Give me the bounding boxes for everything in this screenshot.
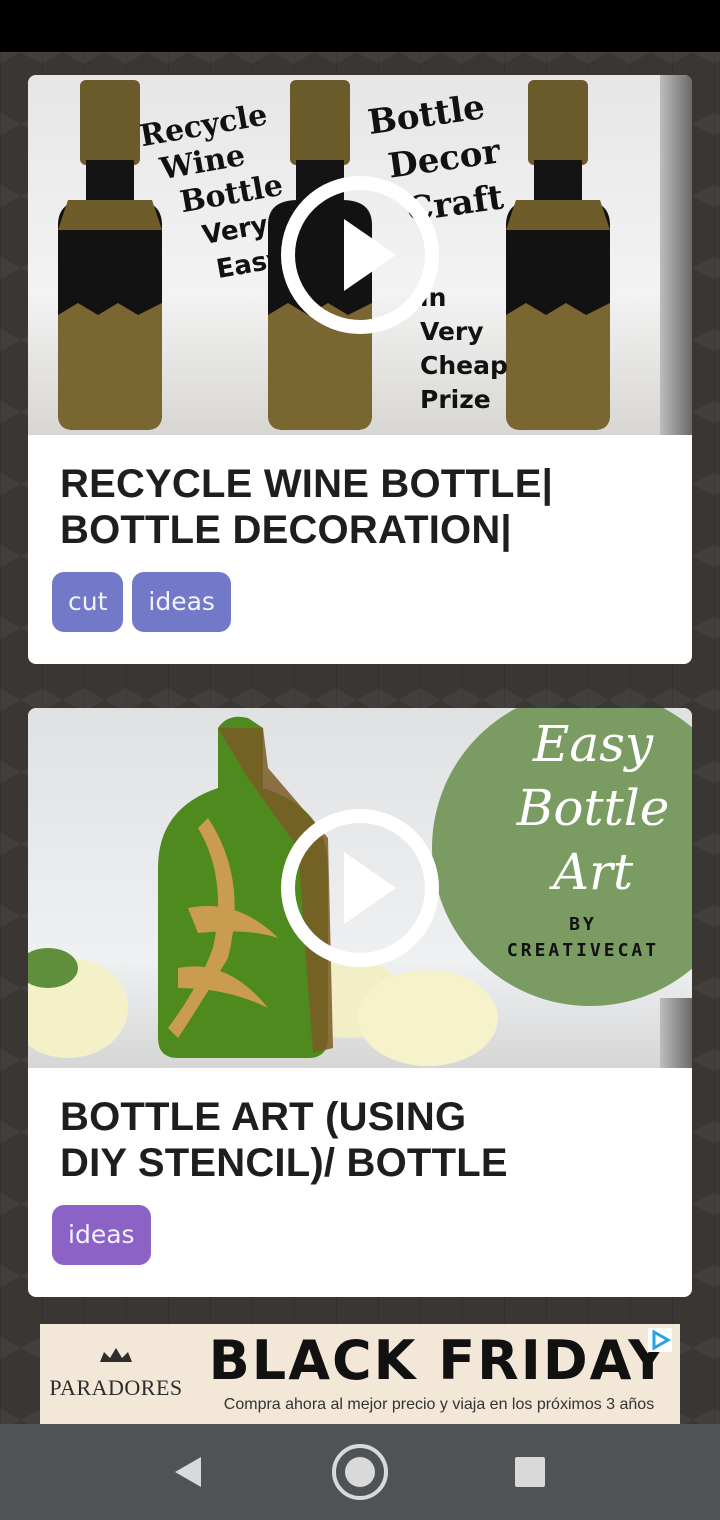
video-card-1[interactable]: Recycle Wine Bottle Very Easy Bottle Dec… [28,75,692,664]
play-icon[interactable] [280,808,440,968]
thumb-text-by: BY CREATIVECAT [506,914,660,961]
video-thumbnail-2[interactable]: Easy Bottle Art BY CREATIVECAT [28,708,692,1068]
ad-banner[interactable]: PARADORES BLACK FRIDAY Compra ahora al m… [40,1324,680,1424]
tag-cut[interactable]: cut [52,572,124,632]
recents-button[interactable] [498,1440,562,1504]
adchoices-icon[interactable] [648,1328,672,1352]
back-button[interactable] [156,1440,220,1504]
tag-list-2: ideas [52,1205,151,1265]
ad-brand: PARADORES [49,1375,183,1400]
tag-list-1: cut ideas [52,572,231,632]
tag-ideas[interactable]: ideas [132,572,231,632]
home-circle-icon [332,1444,388,1500]
ad-logo: PARADORES [40,1344,192,1401]
home-button[interactable] [328,1440,392,1504]
navigation-bar [0,1424,720,1520]
recents-square-icon [515,1457,545,1487]
ad-subtext: Compra ahora al mejor precio y viaja en … [223,1396,655,1413]
ad-headline: BLACK FRIDAY [208,1329,670,1392]
video-thumbnail-1[interactable]: Recycle Wine Bottle Very Easy Bottle Dec… [28,75,692,435]
thumb-text-circle: Easy Bottle Art [516,715,670,901]
video-card-2[interactable]: Easy Bottle Art BY CREATIVECAT BOTTLE AR… [28,708,692,1297]
status-bar [0,0,720,52]
video-title-2[interactable]: BOTTLE ART (USING DIY STENCIL)/ BOTTLE [60,1094,660,1186]
tag-ideas[interactable]: ideas [52,1205,151,1265]
crown-icon [100,1348,132,1362]
video-title-1[interactable]: RECYCLE WINE BOTTLE| BOTTLE DECORATION| [60,461,660,553]
back-triangle-icon [175,1457,201,1487]
play-icon[interactable] [280,175,440,335]
thumbnail-edge [660,75,692,435]
thumbnail-edge [660,998,692,1068]
